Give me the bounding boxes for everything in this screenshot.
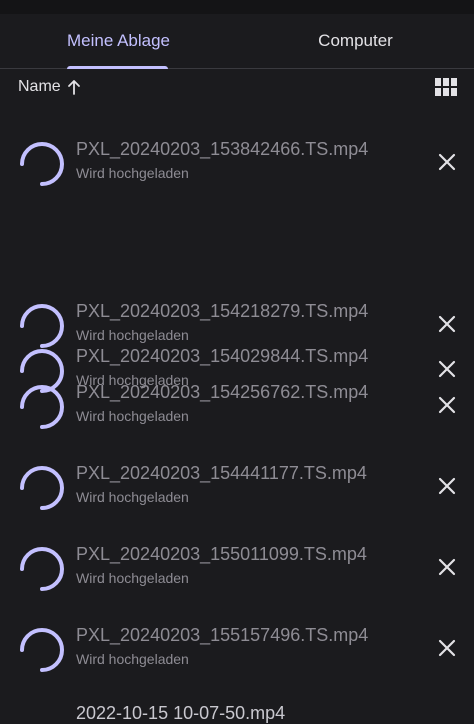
sort-label: Name — [18, 78, 61, 95]
list-item[interactable]: PXL_20240203_155011099.TS.mp4 Wird hochg… — [0, 543, 474, 603]
cancel-upload-button[interactable] — [433, 553, 461, 581]
cancel-upload-button[interactable] — [433, 310, 461, 338]
cancel-upload-button[interactable] — [433, 148, 461, 176]
upload-spinner-icon — [20, 547, 64, 591]
list-item[interactable]: PXL_20240203_154441177.TS.mp4 Wird hochg… — [0, 462, 474, 522]
file-status: Wird hochgeladen — [76, 489, 189, 505]
file-name: PXL_20240203_154256762.TS.mp4 — [76, 382, 369, 402]
list-item[interactable]: PXL_20240203_153842466.TS.mp4 Wird hochg… — [0, 138, 474, 198]
grid-view-icon — [435, 78, 457, 96]
sort-by-name-button[interactable]: Name — [18, 76, 81, 98]
tab-label: Meine Ablage — [66, 31, 171, 50]
file-name: PXL_20240203_155011099.TS.mp4 — [76, 544, 367, 564]
upload-spinner-icon — [20, 142, 64, 186]
active-tab-indicator — [67, 66, 168, 69]
tab-computer[interactable]: Computer — [237, 14, 474, 68]
cancel-upload-button[interactable] — [433, 391, 461, 419]
status-bar — [0, 0, 474, 14]
cancel-upload-button[interactable] — [433, 472, 461, 500]
cancel-upload-button[interactable] — [433, 355, 461, 383]
close-icon — [438, 639, 456, 657]
file-status: Wird hochgeladen — [76, 408, 189, 424]
upload-spinner-icon — [20, 466, 64, 510]
tab-label: Computer — [318, 31, 393, 50]
cancel-upload-button[interactable] — [433, 634, 461, 662]
file-name: PXL_20240203_153842466.TS.mp4 — [76, 139, 369, 159]
upload-spinner-icon — [20, 628, 64, 672]
upload-spinner-icon — [20, 385, 64, 429]
close-icon — [438, 315, 456, 333]
close-icon — [438, 477, 456, 495]
file-status: Wird hochgeladen — [76, 327, 189, 343]
close-icon — [438, 558, 456, 576]
close-icon — [438, 396, 456, 414]
tab-meine-ablage[interactable]: Meine Ablage — [0, 14, 237, 69]
file-name: PXL_20240203_154441177.TS.mp4 — [76, 463, 367, 483]
list-item[interactable]: PXL_20240203_154256762.TS.mp4 Wird hochg… — [0, 381, 474, 441]
file-status: Wird hochgeladen — [76, 570, 189, 586]
arrow-up-icon — [67, 80, 80, 95]
file-name: PXL_20240203_154029844.TS.mp4 — [76, 346, 369, 366]
grid-view-button[interactable] — [433, 76, 459, 98]
file-status: Wird hochgeladen — [76, 651, 189, 667]
file-name: PXL_20240203_154218279.TS.mp4 — [76, 301, 369, 321]
list-item[interactable]: PXL_20240203_155157496.TS.mp4 Wird hochg… — [0, 624, 474, 684]
file-name-partial[interactable]: 2022-10-15 10-07-50.mp4 — [76, 702, 285, 724]
close-icon — [438, 360, 456, 378]
file-name: PXL_20240203_155157496.TS.mp4 — [76, 625, 369, 645]
tab-bar: Meine Ablage Computer — [0, 14, 474, 69]
file-status: Wird hochgeladen — [76, 165, 189, 181]
close-icon — [438, 153, 456, 171]
